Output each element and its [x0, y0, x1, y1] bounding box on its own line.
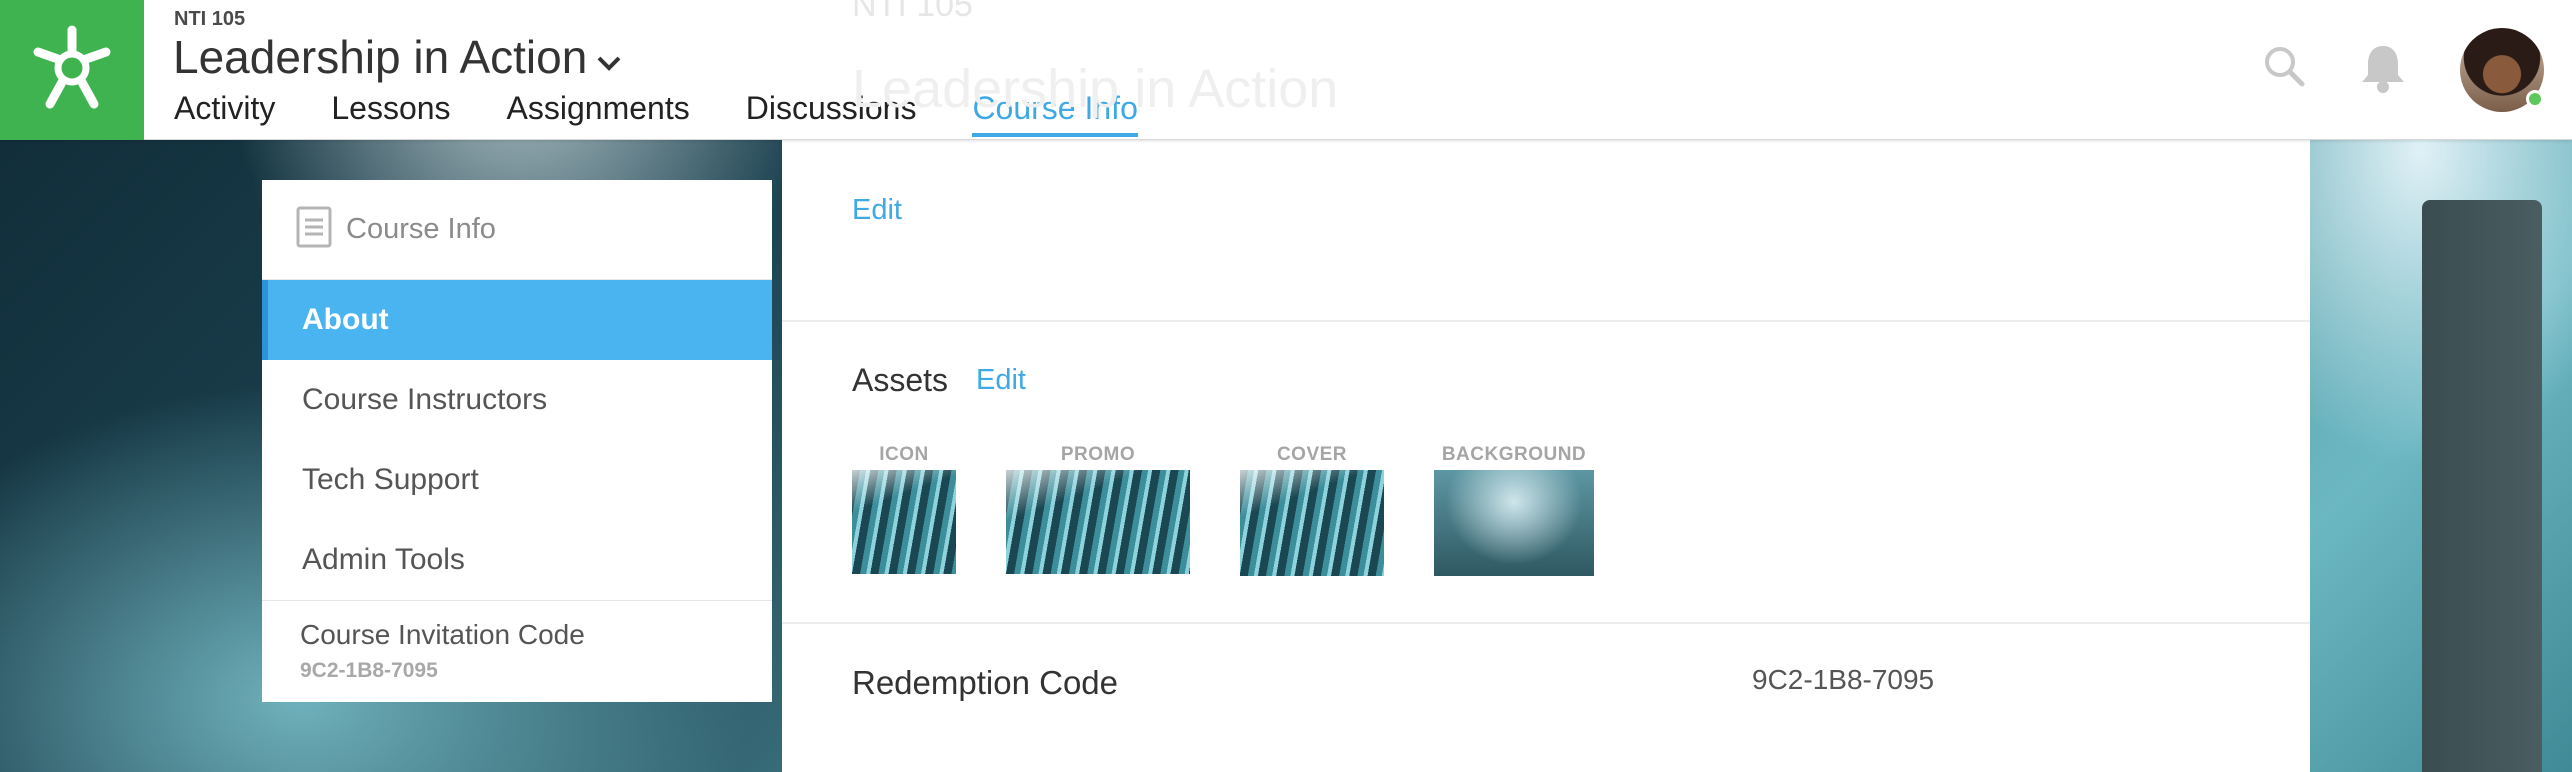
asset-icon[interactable]: ICON [852, 444, 956, 574]
divider [782, 320, 2310, 322]
background-pillar [2422, 200, 2542, 772]
asset-promo[interactable]: PROMO [1006, 444, 1190, 574]
bell-icon[interactable] [2358, 42, 2408, 99]
faded-course-title: Leadership in Action [852, 59, 1339, 119]
about-edit-link[interactable]: Edit [852, 194, 902, 227]
assets-edit-link[interactable]: Edit [976, 364, 1026, 397]
invitation-code-value: 9C2-1B8-7095 [300, 659, 438, 682]
main-content: Edit Assets Edit ICON PROMO COVER BACKGR… [782, 140, 2310, 772]
asset-label: PROMO [1060, 444, 1136, 465]
course-code: NTI 105 [174, 8, 246, 30]
divider [782, 622, 2310, 624]
tab-activity[interactable]: Activity [174, 90, 275, 137]
top-header: NTI 105 Leadership in Action Activity Le… [0, 0, 2572, 140]
course-title-dropdown[interactable]: Leadership in Action [173, 30, 623, 84]
tab-lessons[interactable]: Lessons [331, 90, 450, 137]
asset-label: ICON [879, 444, 929, 465]
assets-heading: Assets [852, 362, 949, 398]
asset-thumbnail[interactable] [1434, 470, 1594, 576]
asset-thumbnail[interactable] [1006, 470, 1190, 574]
app-logo-icon[interactable] [0, 0, 144, 140]
course-info-sidebar: Course Info About Course Instructors Tec… [262, 180, 772, 702]
avatar[interactable] [2460, 28, 2544, 112]
sidebar-item-tech-support[interactable]: Tech Support [262, 440, 772, 520]
redemption-code-label: Redemption Code [852, 664, 1118, 701]
asset-background[interactable]: BACKGROUND [1434, 444, 1594, 576]
asset-label: COVER [1276, 444, 1348, 465]
course-title-text: Leadership in Action [173, 31, 588, 83]
sidebar-item-course-instructors[interactable]: Course Instructors [262, 360, 772, 440]
edit-link[interactable]: Edit [852, 194, 902, 226]
asset-label: BACKGROUND [1441, 444, 1587, 465]
search-icon[interactable] [2262, 44, 2306, 93]
asset-cover[interactable]: COVER [1240, 444, 1384, 576]
asset-thumbnail[interactable] [852, 470, 956, 574]
asset-thumbnail[interactable] [1240, 470, 1384, 576]
course-invitation-code: Course Invitation Code 9C2-1B8-7095 [262, 600, 772, 702]
sidebar-header-label: Course Info [346, 213, 496, 245]
sidebar-item-admin-tools[interactable]: Admin Tools [262, 520, 772, 600]
tab-assignments[interactable]: Assignments [507, 90, 690, 137]
redemption-code-value: 9C2-1B8-7095 [1752, 664, 1935, 695]
sidebar-item-about[interactable]: About [262, 280, 772, 360]
invitation-code-label: Course Invitation Code [300, 619, 585, 650]
chevron-down-icon [595, 30, 623, 84]
document-icon [296, 206, 332, 253]
faded-course-code: NTI 105 [852, 0, 973, 24]
sidebar-header: Course Info [262, 180, 772, 280]
online-status-dot [2526, 90, 2544, 108]
